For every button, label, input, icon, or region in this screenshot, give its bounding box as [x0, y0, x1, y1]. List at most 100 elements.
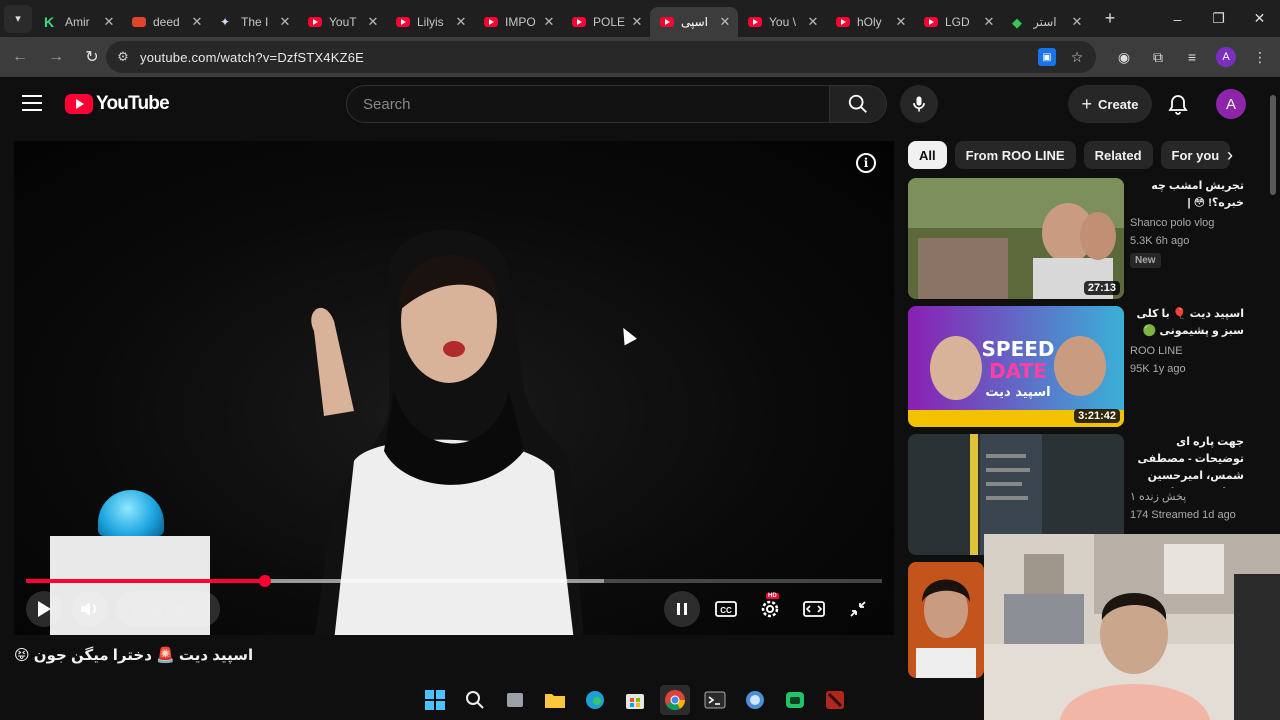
settings-button[interactable]: HD [752, 591, 788, 627]
terminal-icon [704, 691, 726, 709]
reload-button[interactable]: ↻ [76, 41, 108, 73]
guide-menu-icon[interactable] [22, 95, 42, 111]
browser-tab[interactable]: You \ ✕ [738, 7, 826, 37]
close-tab-icon[interactable]: ✕ [366, 14, 380, 30]
pause-toggle-button[interactable] [664, 591, 700, 627]
search-input[interactable]: Search [346, 85, 830, 123]
url-text[interactable]: youtube.com/watch?v=DzfSTX4KZ6E [140, 50, 364, 65]
fullscreen-button[interactable] [840, 591, 876, 627]
voice-search-button[interactable] [900, 85, 938, 123]
install-app-icon[interactable]: ▣ [1038, 48, 1056, 66]
recommendation-title[interactable]: جهت پاره ای توضیحات - مصطفی شمس، امیرحسی… [1130, 434, 1244, 488]
terminal-button[interactable] [700, 685, 730, 715]
browser-tab[interactable]: IMPO ✕ [474, 7, 562, 37]
browser-tab[interactable]: deed ✕ [122, 7, 210, 37]
chevron-right-icon[interactable]: › [1218, 143, 1242, 167]
browser-tab[interactable]: K Amir ✕ [34, 7, 122, 37]
toolbar-actions: ◉ ⧉ ≡ A ⋮ [1114, 37, 1270, 77]
video-thumbnail[interactable]: SPEED DATE اسپید دیت 3:21:42 [908, 306, 1124, 427]
chrome-button[interactable] [660, 685, 690, 715]
progress-bar[interactable] [26, 575, 882, 587]
browser-tab[interactable]: POLE ✕ [562, 7, 650, 37]
close-tab-icon[interactable]: ✕ [982, 14, 996, 30]
chip-all[interactable]: All [908, 141, 947, 169]
omnibox-actions: ▣ ☆ [1038, 41, 1086, 73]
task-view-button[interactable] [500, 685, 530, 715]
browser-tab[interactable]: hOly ✕ [826, 7, 914, 37]
app-button-globe[interactable] [740, 685, 770, 715]
extension-circle-icon[interactable]: ◉ [1114, 47, 1134, 67]
browser-toolbar: ← → ↻ ⚙ youtube.com/watch?v=DzfSTX4KZ6E … [0, 37, 1280, 77]
browser-tab[interactable]: Lilyis ✕ [386, 7, 474, 37]
tab-search-button[interactable]: ▾ [4, 4, 32, 33]
start-button[interactable] [420, 685, 450, 715]
recommendation-item[interactable] [908, 562, 988, 684]
taskbar-search-button[interactable] [460, 685, 490, 715]
tab-title: استر [1033, 14, 1057, 29]
close-window-button[interactable]: ✕ [1239, 0, 1280, 37]
thumbnail-image [908, 562, 984, 678]
bookmark-star-icon[interactable]: ☆ [1068, 48, 1086, 66]
browser-tab[interactable]: اسپی ✕ [650, 6, 738, 37]
scrubber-handle[interactable] [258, 575, 271, 587]
channel-name[interactable]: Shanco polo vlog [1130, 214, 1244, 232]
close-tab-icon[interactable]: ✕ [1070, 14, 1084, 30]
notifications-button[interactable] [1166, 93, 1190, 117]
close-tab-icon[interactable]: ✕ [894, 14, 908, 30]
back-button[interactable]: ← [4, 41, 36, 73]
theater-mode-button[interactable] [796, 591, 832, 627]
info-icon[interactable]: i [856, 153, 876, 173]
youtube-icon [396, 16, 410, 27]
minimize-button[interactable]: – [1157, 0, 1198, 37]
close-tab-icon[interactable]: ✕ [102, 14, 116, 30]
site-info-icon[interactable]: ⚙ [106, 49, 140, 65]
captions-button[interactable]: CC [708, 591, 744, 627]
video-player[interactable]: i 13:45 / 49:17 CC HD [14, 141, 894, 635]
video-thumbnail[interactable] [908, 562, 984, 678]
close-tab-icon[interactable]: ✕ [278, 14, 292, 30]
close-tab-icon[interactable]: ✕ [542, 14, 556, 30]
chip-related[interactable]: Related [1083, 141, 1153, 169]
media-controls-icon[interactable]: ≡ [1182, 47, 1202, 67]
recommendation-title[interactable]: اسپید دیت 🎈 با کلی سبز و پشیمونی 🟢 💗 [1130, 306, 1244, 342]
recommendation-item[interactable]: 27:13 تجریش امشب چه خبره؟! 😳 | شلوغ‌ترین… [908, 178, 1268, 300]
close-tab-icon[interactable]: ✕ [630, 14, 644, 30]
close-tab-icon[interactable]: ✕ [454, 14, 468, 30]
channel-name[interactable]: ROO LINE [1130, 342, 1244, 360]
store-button[interactable] [620, 685, 650, 715]
browser-tab[interactable]: ✦ The I ✕ [210, 7, 298, 37]
edge-button[interactable] [580, 685, 610, 715]
volume-button[interactable] [72, 591, 108, 627]
close-tab-icon[interactable]: ✕ [190, 14, 204, 30]
app-button-green[interactable] [780, 685, 810, 715]
video-thumbnail[interactable]: 27:13 [908, 178, 1124, 299]
chip-from-channel[interactable]: From ROO LINE [954, 141, 1076, 169]
app-button-red[interactable] [820, 685, 850, 715]
gear-icon [761, 600, 779, 618]
menu-kebab-icon[interactable]: ⋮ [1250, 47, 1270, 67]
captions-icon: CC [715, 601, 737, 617]
recommendation-item[interactable]: SPEED DATE اسپید دیت 3:21:42 اسپید دیت 🎈… [908, 306, 1268, 428]
close-tab-icon[interactable]: ✕ [718, 14, 732, 30]
close-tab-icon[interactable]: ✕ [806, 14, 820, 30]
profile-avatar[interactable]: A [1216, 47, 1236, 67]
play-button[interactable] [26, 591, 62, 627]
address-bar[interactable]: ⚙ youtube.com/watch?v=DzfSTX4KZ6E ▣ ☆ [106, 41, 1096, 73]
youtube-logo[interactable]: YouTube [65, 93, 170, 115]
new-tab-button[interactable]: + [1096, 8, 1124, 29]
page-scrollbar[interactable] [1270, 95, 1276, 195]
channel-name[interactable]: پخش زنده ۱ [1130, 488, 1244, 506]
youtube-icon [484, 16, 498, 27]
browser-tab[interactable]: LGD ✕ [914, 7, 1002, 37]
create-button[interactable]: + Create [1068, 85, 1152, 123]
browser-tab[interactable]: YouT ✕ [298, 7, 386, 37]
forward-button[interactable]: → [40, 41, 72, 73]
search-button[interactable] [830, 85, 887, 123]
extensions-puzzle-icon[interactable]: ⧉ [1148, 47, 1168, 67]
youtube-header: YouTube Search + Create A [0, 77, 1280, 133]
browser-tab[interactable]: ◆ استر ✕ [1002, 7, 1090, 37]
file-explorer-button[interactable] [540, 685, 570, 715]
restore-button[interactable]: ❐ [1198, 0, 1239, 37]
account-avatar[interactable]: A [1216, 89, 1246, 119]
recommendation-title[interactable]: تجریش امشب چه خبره؟! 😳 | شلوغ‌ترین شب ته… [1130, 178, 1244, 214]
